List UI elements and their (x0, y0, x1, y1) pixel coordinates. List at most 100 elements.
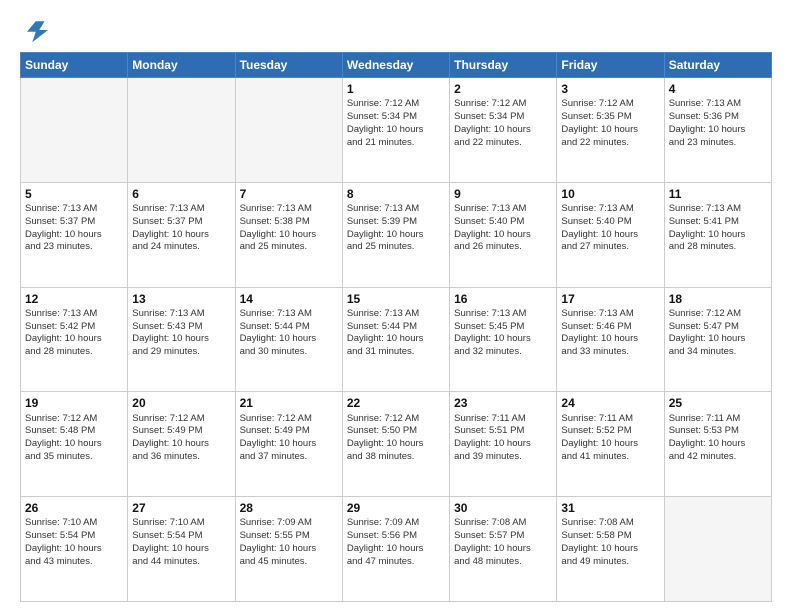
weekday-header-monday: Monday (128, 53, 235, 78)
weekday-header-friday: Friday (557, 53, 664, 78)
calendar-cell: 27Sunrise: 7:10 AMSunset: 5:54 PMDayligh… (128, 497, 235, 602)
day-info: Sunrise: 7:12 AMSunset: 5:34 PMDaylight:… (347, 98, 445, 149)
day-number: 24 (561, 395, 659, 411)
weekday-header-tuesday: Tuesday (235, 53, 342, 78)
day-info: Sunrise: 7:13 AMSunset: 5:46 PMDaylight:… (561, 308, 659, 359)
day-number: 3 (561, 81, 659, 97)
day-number: 30 (454, 500, 552, 516)
week-row-0: 1Sunrise: 7:12 AMSunset: 5:34 PMDaylight… (21, 78, 772, 183)
calendar-cell: 11Sunrise: 7:13 AMSunset: 5:41 PMDayligh… (664, 182, 771, 287)
day-number: 5 (25, 186, 123, 202)
day-info: Sunrise: 7:08 AMSunset: 5:57 PMDaylight:… (454, 517, 552, 568)
logo-icon (20, 16, 48, 44)
calendar-cell: 12Sunrise: 7:13 AMSunset: 5:42 PMDayligh… (21, 287, 128, 392)
day-number: 26 (25, 500, 123, 516)
day-info: Sunrise: 7:13 AMSunset: 5:37 PMDaylight:… (25, 203, 123, 254)
day-number: 25 (669, 395, 767, 411)
day-info: Sunrise: 7:11 AMSunset: 5:53 PMDaylight:… (669, 413, 767, 464)
day-number: 20 (132, 395, 230, 411)
day-number: 18 (669, 291, 767, 307)
day-info: Sunrise: 7:13 AMSunset: 5:40 PMDaylight:… (561, 203, 659, 254)
week-row-3: 19Sunrise: 7:12 AMSunset: 5:48 PMDayligh… (21, 392, 772, 497)
day-number: 21 (240, 395, 338, 411)
calendar-cell: 9Sunrise: 7:13 AMSunset: 5:40 PMDaylight… (450, 182, 557, 287)
calendar-cell: 18Sunrise: 7:12 AMSunset: 5:47 PMDayligh… (664, 287, 771, 392)
calendar-cell: 31Sunrise: 7:08 AMSunset: 5:58 PMDayligh… (557, 497, 664, 602)
day-info: Sunrise: 7:13 AMSunset: 5:38 PMDaylight:… (240, 203, 338, 254)
calendar-cell: 13Sunrise: 7:13 AMSunset: 5:43 PMDayligh… (128, 287, 235, 392)
day-info: Sunrise: 7:09 AMSunset: 5:55 PMDaylight:… (240, 517, 338, 568)
week-row-4: 26Sunrise: 7:10 AMSunset: 5:54 PMDayligh… (21, 497, 772, 602)
day-number: 4 (669, 81, 767, 97)
day-number: 12 (25, 291, 123, 307)
day-number: 15 (347, 291, 445, 307)
calendar-cell: 16Sunrise: 7:13 AMSunset: 5:45 PMDayligh… (450, 287, 557, 392)
day-info: Sunrise: 7:12 AMSunset: 5:49 PMDaylight:… (132, 413, 230, 464)
day-number: 16 (454, 291, 552, 307)
calendar-cell: 21 Sunrise: 7:12 AMSunset: 5:49 PMDayligh… (235, 392, 342, 497)
day-info: Sunrise: 7:11 AMSunset: 5:51 PMDaylight:… (454, 413, 552, 464)
calendar-cell (235, 78, 342, 183)
calendar-cell (128, 78, 235, 183)
calendar-cell: 15Sunrise: 7:13 AMSunset: 5:44 PMDayligh… (342, 287, 449, 392)
day-number: 14 (240, 291, 338, 307)
calendar-cell: 7Sunrise: 7:13 AMSunset: 5:38 PMDaylight… (235, 182, 342, 287)
calendar-cell: 25 Sunrise: 7:11 AMSunset: 5:53 PMDayligh… (664, 392, 771, 497)
weekday-header-sunday: Sunday (21, 53, 128, 78)
calendar-table: SundayMondayTuesdayWednesdayThursdayFrid… (20, 52, 772, 602)
day-info: Sunrise: 7:10 AMSunset: 5:54 PMDaylight:… (25, 517, 123, 568)
weekday-header-saturday: Saturday (664, 53, 771, 78)
calendar-cell: 28Sunrise: 7:09 AMSunset: 5:55 PMDayligh… (235, 497, 342, 602)
day-info: Sunrise: 7:13 AMSunset: 5:36 PMDaylight:… (669, 98, 767, 149)
day-info: Sunrise: 7:11 AMSunset: 5:52 PMDaylight:… (561, 413, 659, 464)
calendar-cell: 20 Sunrise: 7:12 AMSunset: 5:49 PMDayligh… (128, 392, 235, 497)
day-number: 1 (347, 81, 445, 97)
day-number: 22 (347, 395, 445, 411)
week-row-1: 5Sunrise: 7:13 AMSunset: 5:37 PMDaylight… (21, 182, 772, 287)
day-number: 28 (240, 500, 338, 516)
calendar-cell: 23 Sunrise: 7:11 AMSunset: 5:51 PMDayligh… (450, 392, 557, 497)
calendar-cell: 24 Sunrise: 7:11 AMSunset: 5:52 PMDayligh… (557, 392, 664, 497)
week-row-2: 12Sunrise: 7:13 AMSunset: 5:42 PMDayligh… (21, 287, 772, 392)
calendar-cell: 8Sunrise: 7:13 AMSunset: 5:39 PMDaylight… (342, 182, 449, 287)
day-info: Sunrise: 7:13 AMSunset: 5:44 PMDaylight:… (240, 308, 338, 359)
day-info: Sunrise: 7:12 AMSunset: 5:48 PMDaylight:… (25, 413, 123, 464)
weekday-header-row: SundayMondayTuesdayWednesdayThursdayFrid… (21, 53, 772, 78)
calendar-cell (21, 78, 128, 183)
weekday-header-wednesday: Wednesday (342, 53, 449, 78)
day-info: Sunrise: 7:12 AMSunset: 5:34 PMDaylight:… (454, 98, 552, 149)
day-info: Sunrise: 7:12 AMSunset: 5:47 PMDaylight:… (669, 308, 767, 359)
day-info: Sunrise: 7:13 AMSunset: 5:42 PMDaylight:… (25, 308, 123, 359)
day-info: Sunrise: 7:13 AMSunset: 5:45 PMDaylight:… (454, 308, 552, 359)
logo (20, 16, 52, 44)
calendar-cell: 3Sunrise: 7:12 AMSunset: 5:35 PMDaylight… (557, 78, 664, 183)
calendar-cell: 1Sunrise: 7:12 AMSunset: 5:34 PMDaylight… (342, 78, 449, 183)
day-number: 2 (454, 81, 552, 97)
header (20, 16, 772, 44)
day-number: 27 (132, 500, 230, 516)
day-info: Sunrise: 7:12 AMSunset: 5:49 PMDaylight:… (240, 413, 338, 464)
day-number: 8 (347, 186, 445, 202)
day-info: Sunrise: 7:13 AMSunset: 5:39 PMDaylight:… (347, 203, 445, 254)
day-number: 29 (347, 500, 445, 516)
day-info: Sunrise: 7:13 AMSunset: 5:37 PMDaylight:… (132, 203, 230, 254)
day-info: Sunrise: 7:09 AMSunset: 5:56 PMDaylight:… (347, 517, 445, 568)
calendar-cell: 17Sunrise: 7:13 AMSunset: 5:46 PMDayligh… (557, 287, 664, 392)
calendar-cell: 30Sunrise: 7:08 AMSunset: 5:57 PMDayligh… (450, 497, 557, 602)
day-number: 23 (454, 395, 552, 411)
calendar-cell: 19Sunrise: 7:12 AMSunset: 5:48 PMDayligh… (21, 392, 128, 497)
day-info: Sunrise: 7:08 AMSunset: 5:58 PMDaylight:… (561, 517, 659, 568)
calendar-cell: 10Sunrise: 7:13 AMSunset: 5:40 PMDayligh… (557, 182, 664, 287)
page: SundayMondayTuesdayWednesdayThursdayFrid… (0, 0, 792, 612)
calendar-cell: 4Sunrise: 7:13 AMSunset: 5:36 PMDaylight… (664, 78, 771, 183)
calendar-cell: 22 Sunrise: 7:12 AMSunset: 5:50 PMDayligh… (342, 392, 449, 497)
day-info: Sunrise: 7:13 AMSunset: 5:40 PMDaylight:… (454, 203, 552, 254)
day-info: Sunrise: 7:10 AMSunset: 5:54 PMDaylight:… (132, 517, 230, 568)
day-number: 9 (454, 186, 552, 202)
calendar-cell: 6Sunrise: 7:13 AMSunset: 5:37 PMDaylight… (128, 182, 235, 287)
day-number: 13 (132, 291, 230, 307)
day-number: 10 (561, 186, 659, 202)
day-number: 11 (669, 186, 767, 202)
day-info: Sunrise: 7:12 AMSunset: 5:50 PMDaylight:… (347, 413, 445, 464)
weekday-header-thursday: Thursday (450, 53, 557, 78)
